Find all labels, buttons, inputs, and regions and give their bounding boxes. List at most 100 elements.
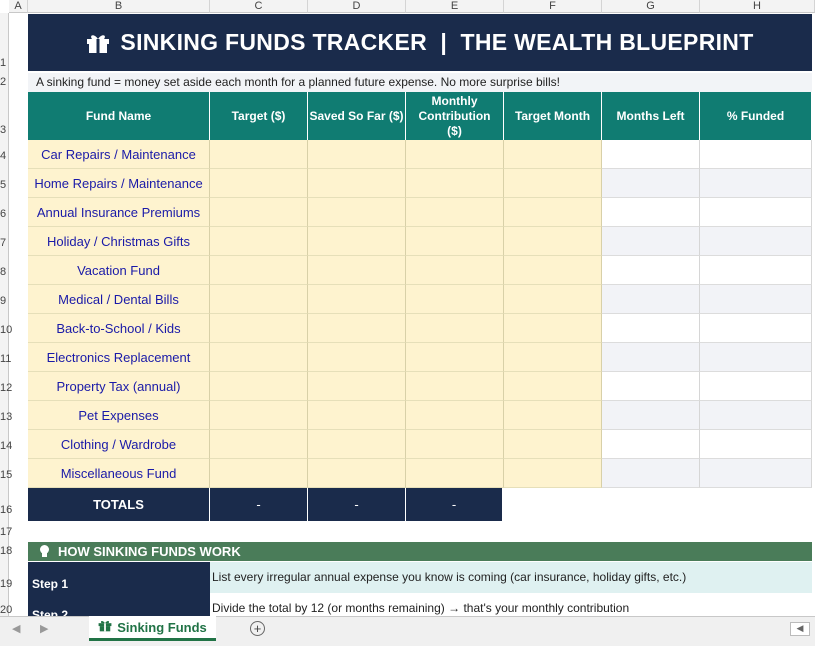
- target-month-cell[interactable]: [504, 343, 602, 372]
- pct-funded-cell[interactable]: [700, 430, 812, 459]
- target-cell[interactable]: [210, 198, 308, 227]
- row-header-18[interactable]: 18: [0, 545, 12, 557]
- row-header-16[interactable]: 16: [0, 504, 12, 516]
- monthly-cell[interactable]: [406, 430, 504, 459]
- col-header-f[interactable]: F: [504, 0, 602, 13]
- fund-name-cell[interactable]: Car Repairs / Maintenance: [28, 140, 210, 169]
- monthly-cell[interactable]: [406, 343, 504, 372]
- row-header-9[interactable]: 9: [0, 295, 8, 307]
- saved-cell[interactable]: [308, 198, 406, 227]
- target-cell[interactable]: [210, 256, 308, 285]
- monthly-cell[interactable]: [406, 314, 504, 343]
- step-1-text[interactable]: List every irregular annual expense you …: [210, 562, 812, 593]
- step-2-text[interactable]: Divide the total by 12 (or months remain…: [210, 593, 812, 616]
- target-month-cell[interactable]: [504, 198, 602, 227]
- months-left-cell[interactable]: [602, 198, 700, 227]
- fund-name-cell[interactable]: Vacation Fund: [28, 256, 210, 285]
- monthly-cell[interactable]: [406, 372, 504, 401]
- months-left-cell[interactable]: [602, 256, 700, 285]
- sheet-tab-sinking-funds[interactable]: Sinking Funds: [89, 616, 216, 641]
- months-left-cell[interactable]: [602, 140, 700, 169]
- target-month-cell[interactable]: [504, 430, 602, 459]
- pct-funded-cell[interactable]: [700, 140, 812, 169]
- row-header-15[interactable]: 15: [0, 469, 12, 481]
- th-monthly[interactable]: Monthly Contribution ($): [406, 92, 504, 140]
- monthly-cell[interactable]: [406, 198, 504, 227]
- pct-funded-cell[interactable]: [700, 459, 812, 488]
- scroll-left-icon[interactable]: ◀: [12, 622, 20, 635]
- saved-cell[interactable]: [308, 256, 406, 285]
- target-month-cell[interactable]: [504, 285, 602, 314]
- pct-funded-cell[interactable]: [700, 401, 812, 430]
- fund-name-cell[interactable]: Electronics Replacement: [28, 343, 210, 372]
- fund-name-cell[interactable]: Holiday / Christmas Gifts: [28, 227, 210, 256]
- col-header-h[interactable]: H: [700, 0, 815, 13]
- saved-cell[interactable]: [308, 372, 406, 401]
- th-saved[interactable]: Saved So Far ($): [308, 92, 406, 140]
- row-header-2[interactable]: 2: [0, 76, 8, 88]
- months-left-cell[interactable]: [602, 314, 700, 343]
- scroll-right-icon[interactable]: ▶: [40, 622, 48, 635]
- target-month-cell[interactable]: [504, 314, 602, 343]
- saved-cell[interactable]: [308, 169, 406, 198]
- saved-cell[interactable]: [308, 401, 406, 430]
- title-banner[interactable]: SINKING FUNDS TRACKER | THE WEALTH BLUEP…: [28, 14, 812, 71]
- pct-funded-cell[interactable]: [700, 372, 812, 401]
- monthly-cell[interactable]: [406, 256, 504, 285]
- pct-funded-cell[interactable]: [700, 256, 812, 285]
- row-header-17[interactable]: 17: [0, 526, 12, 538]
- fund-name-cell[interactable]: Home Repairs / Maintenance: [28, 169, 210, 198]
- target-cell[interactable]: [210, 343, 308, 372]
- totals-target[interactable]: -: [210, 488, 308, 521]
- th-fund-name[interactable]: Fund Name: [28, 92, 210, 140]
- monthly-cell[interactable]: [406, 459, 504, 488]
- saved-cell[interactable]: [308, 227, 406, 256]
- target-month-cell[interactable]: [504, 169, 602, 198]
- row-header-8[interactable]: 8: [0, 266, 8, 278]
- totals-monthly[interactable]: -: [406, 488, 503, 521]
- months-left-cell[interactable]: [602, 459, 700, 488]
- pct-funded-cell[interactable]: [700, 314, 812, 343]
- col-header-e[interactable]: E: [406, 0, 504, 13]
- row-header-5[interactable]: 5: [0, 179, 8, 191]
- target-month-cell[interactable]: [504, 401, 602, 430]
- row-header-4[interactable]: 4: [0, 150, 8, 162]
- row-header-12[interactable]: 12: [0, 382, 12, 394]
- fund-name-cell[interactable]: Pet Expenses: [28, 401, 210, 430]
- target-cell[interactable]: [210, 430, 308, 459]
- pct-funded-cell[interactable]: [700, 343, 812, 372]
- col-header-b[interactable]: B: [28, 0, 210, 13]
- saved-cell[interactable]: [308, 314, 406, 343]
- th-pct-funded[interactable]: % Funded: [700, 92, 812, 140]
- pct-funded-cell[interactable]: [700, 169, 812, 198]
- col-header-g[interactable]: G: [602, 0, 700, 13]
- row-header-13[interactable]: 13: [0, 411, 12, 423]
- row-header-19[interactable]: 19: [0, 578, 12, 590]
- row-header-20[interactable]: 20: [0, 604, 12, 616]
- fund-name-cell[interactable]: Medical / Dental Bills: [28, 285, 210, 314]
- how-it-works-header[interactable]: HOW SINKING FUNDS WORK: [28, 542, 812, 561]
- monthly-cell[interactable]: [406, 285, 504, 314]
- target-month-cell[interactable]: [504, 256, 602, 285]
- fund-name-cell[interactable]: Clothing / Wardrobe: [28, 430, 210, 459]
- monthly-cell[interactable]: [406, 140, 504, 169]
- fund-name-cell[interactable]: Property Tax (annual): [28, 372, 210, 401]
- horizontal-scrollbar-handle[interactable]: ◀: [790, 622, 810, 636]
- pct-funded-cell[interactable]: [700, 285, 812, 314]
- target-month-cell[interactable]: [504, 227, 602, 256]
- th-months-left[interactable]: Months Left: [602, 92, 700, 140]
- th-target-month[interactable]: Target Month: [504, 92, 602, 140]
- fund-name-cell[interactable]: Miscellaneous Fund: [28, 459, 210, 488]
- monthly-cell[interactable]: [406, 169, 504, 198]
- target-cell[interactable]: [210, 140, 308, 169]
- step-1-label[interactable]: Step 1: [28, 562, 210, 593]
- saved-cell[interactable]: [308, 343, 406, 372]
- target-cell[interactable]: [210, 401, 308, 430]
- months-left-cell[interactable]: [602, 227, 700, 256]
- target-cell[interactable]: [210, 314, 308, 343]
- row-header-3[interactable]: 3: [0, 124, 8, 136]
- monthly-cell[interactable]: [406, 401, 504, 430]
- monthly-cell[interactable]: [406, 227, 504, 256]
- target-cell[interactable]: [210, 169, 308, 198]
- row-header-14[interactable]: 14: [0, 440, 12, 452]
